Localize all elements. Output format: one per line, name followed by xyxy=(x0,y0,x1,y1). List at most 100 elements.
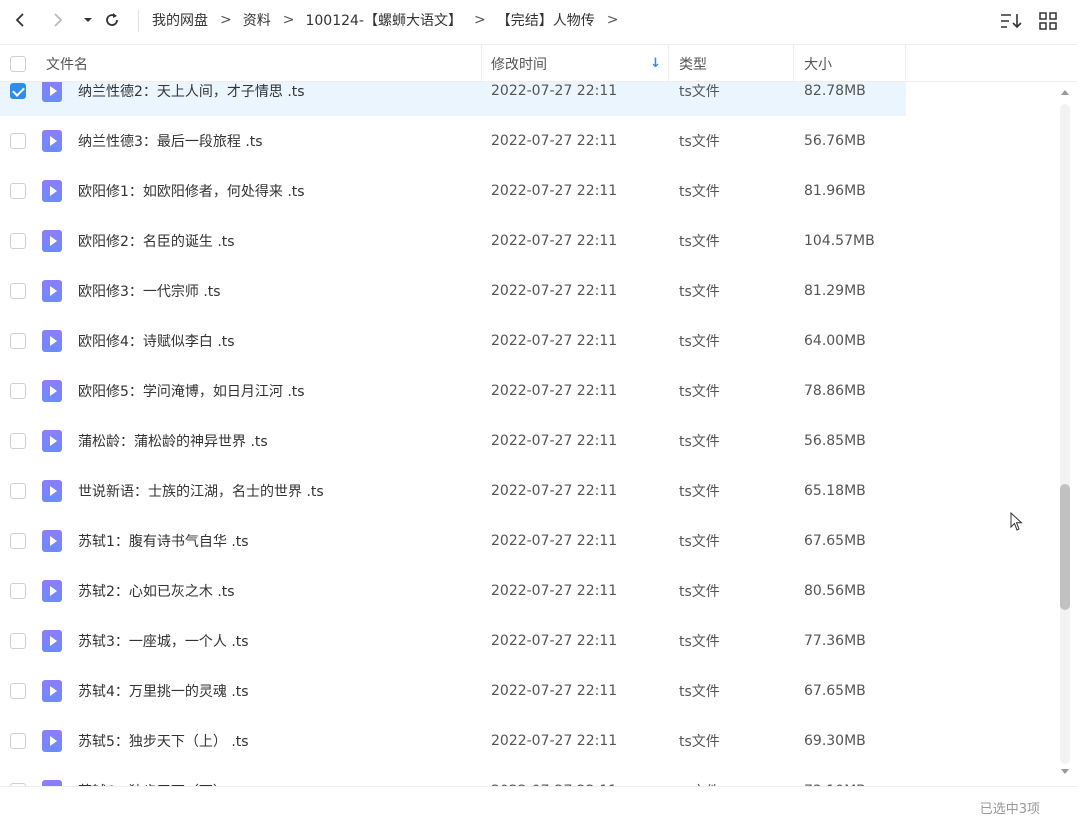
file-row[interactable]: 欧阳修1：如欧阳修者，何处得来 .ts 2022-07-27 22:11 ts文件 8… xyxy=(0,166,906,216)
caret-up-icon xyxy=(1061,90,1069,95)
refresh-button[interactable] xyxy=(100,8,124,32)
row-checkbox[interactable] xyxy=(10,583,26,599)
file-type: ts文件 xyxy=(679,384,720,400)
file-row[interactable]: 世说新语：士族的江湖，名士的世界 .ts 2022-07-27 22:11 ts文件… xyxy=(0,466,906,516)
file-row[interactable]: 欧阳修5：学问淹博，如日月江河 .ts 2022-07-27 22:11 ts文件 7… xyxy=(0,366,906,416)
row-checkbox[interactable] xyxy=(10,83,26,99)
file-size: 82.78MB xyxy=(804,83,866,99)
file-name[interactable]: 欧阳修4：诗赋似李白 .ts xyxy=(78,331,235,351)
file-name[interactable]: 苏轼3：一座城，一个人 .ts xyxy=(78,631,249,651)
breadcrumb-separator: > xyxy=(220,12,232,28)
column-header-modified[interactable]: 修改时间 ↓ xyxy=(491,45,667,82)
scroll-up-button[interactable] xyxy=(1058,88,1072,98)
row-checkbox[interactable] xyxy=(10,183,26,199)
file-name[interactable]: 世说新语：士族的江湖，名士的世界 .ts xyxy=(78,481,324,501)
file-name[interactable]: 欧阳修1：如欧阳修者，何处得来 .ts xyxy=(78,181,305,201)
video-file-icon xyxy=(42,280,62,302)
file-name[interactable]: 苏轼1：腹有诗书气自华 .ts xyxy=(78,531,249,551)
file-modified-time: 2022-07-27 22:11 xyxy=(491,483,618,499)
video-file-icon xyxy=(42,630,62,652)
file-row[interactable]: 蒲松龄：蒲松龄的神异世界 .ts 2022-07-27 22:11 ts文件 56.8… xyxy=(0,416,906,466)
toolbar-divider xyxy=(138,10,139,32)
checkbox[interactable] xyxy=(10,55,26,72)
row-checkbox[interactable] xyxy=(10,633,26,649)
file-name[interactable]: 纳兰性德2：天上人间，才子情思 .ts xyxy=(78,82,305,101)
file-size: 104.57MB xyxy=(804,233,875,249)
file-row[interactable]: 欧阳修3：一代宗师 .ts 2022-07-27 22:11 ts文件 81.29MB xyxy=(0,266,906,316)
file-name[interactable]: 蒲松龄：蒲松龄的神异世界 .ts xyxy=(78,431,268,451)
row-checkbox[interactable] xyxy=(10,683,26,699)
scrollbar-track[interactable] xyxy=(1060,104,1070,764)
file-modified-time: 2022-07-27 22:11 xyxy=(491,383,618,399)
file-row[interactable]: 苏轼5：独步天下（上） .ts 2022-07-27 22:11 ts文件 69.30… xyxy=(0,716,906,766)
row-checkbox[interactable] xyxy=(10,733,26,749)
file-size: 56.76MB xyxy=(804,133,866,149)
file-row[interactable]: 苏轼4：万里挑一的灵魂 .ts 2022-07-27 22:11 ts文件 67.65… xyxy=(0,666,906,716)
breadcrumb-item-current-folder[interactable]: 【完结】人物传 xyxy=(497,10,595,30)
row-checkbox[interactable] xyxy=(10,133,26,149)
refresh-icon xyxy=(106,13,118,26)
breadcrumb-item-materials[interactable]: 资料 xyxy=(243,10,271,30)
file-modified-time: 2022-07-27 22:11 xyxy=(491,733,618,749)
row-checkbox[interactable] xyxy=(10,283,26,299)
file-row[interactable]: 纳兰性德2：天上人间，才子情思 .ts 2022-07-27 22:11 ts文件 8… xyxy=(0,82,906,116)
row-checkbox[interactable] xyxy=(10,483,26,499)
history-dropdown-button[interactable] xyxy=(80,8,96,32)
toolbar: 我的网盘 > 资料 > 100124-【螺蛳大语文】 > 【完结】人物传 > xyxy=(0,0,1077,44)
file-name[interactable]: 苏轼5：独步天下（上） .ts xyxy=(78,731,249,751)
file-row[interactable]: 纳兰性德3：最后一段旅程 .ts 2022-07-27 22:11 ts文件 56.7… xyxy=(0,116,906,166)
file-type: ts文件 xyxy=(679,484,720,500)
column-divider[interactable] xyxy=(668,45,669,82)
video-file-icon xyxy=(42,330,62,352)
file-name[interactable]: 欧阳修5：学问淹博，如日月江河 .ts xyxy=(78,381,305,401)
column-divider[interactable] xyxy=(481,45,482,82)
file-row[interactable]: 苏轼6：独步天下（下） .ts2022-07-27 22:11ts文件73.10… xyxy=(0,766,906,786)
breadcrumb-item-my-drive[interactable]: 我的网盘 xyxy=(152,10,208,30)
column-header-type[interactable]: 类型 xyxy=(679,45,707,82)
file-modified-time: 2022-07-27 22:11 xyxy=(491,133,618,149)
video-file-icon xyxy=(42,480,62,502)
file-name[interactable]: 欧阳修3：一代宗师 .ts xyxy=(78,281,221,301)
file-type: ts文件 xyxy=(679,84,720,100)
file-row[interactable]: 苏轼2：心如已灰之木 .ts 2022-07-27 22:11 ts文件 80.56M… xyxy=(0,566,906,616)
video-file-icon xyxy=(42,530,62,552)
breadcrumb-item-course[interactable]: 100124-【螺蛳大语文】 xyxy=(305,10,462,30)
column-divider[interactable] xyxy=(793,45,794,82)
file-type: ts文件 xyxy=(679,684,720,700)
file-size: 67.65MB xyxy=(804,533,866,549)
file-size: 56.85MB xyxy=(804,433,866,449)
row-checkbox[interactable] xyxy=(10,533,26,549)
view-controls xyxy=(999,10,1059,32)
back-button[interactable] xyxy=(8,8,32,32)
file-size: 77.36MB xyxy=(804,633,866,649)
row-checkbox[interactable] xyxy=(10,433,26,449)
file-name[interactable]: 苏轼4：万里挑一的灵魂 .ts xyxy=(78,681,249,701)
grid-view-button[interactable] xyxy=(1037,10,1059,32)
row-checkbox[interactable] xyxy=(10,383,26,399)
breadcrumb-separator: > xyxy=(282,12,295,28)
file-modified-time: 2022-07-27 22:11 xyxy=(491,683,618,699)
forward-button[interactable] xyxy=(46,8,70,32)
file-name[interactable]: 纳兰性德3：最后一段旅程 .ts xyxy=(78,131,263,151)
column-header-size[interactable]: 大小 xyxy=(804,45,832,82)
sort-button[interactable] xyxy=(999,10,1023,32)
row-checkbox[interactable] xyxy=(10,233,26,249)
file-row[interactable]: 欧阳修2：名臣的诞生 .ts 2022-07-27 22:11 ts文件 104.57… xyxy=(0,216,906,266)
select-all-checkbox[interactable] xyxy=(10,45,26,82)
scrollbar-thumb[interactable] xyxy=(1060,484,1070,610)
file-size: 67.65MB xyxy=(804,683,866,699)
file-row[interactable]: 苏轼3：一座城，一个人 .ts 2022-07-27 22:11 ts文件 77.36… xyxy=(0,616,906,666)
column-header-name[interactable]: 文件名 xyxy=(46,45,88,82)
file-name[interactable]: 苏轼2：心如已灰之木 .ts xyxy=(78,581,235,601)
file-type: ts文件 xyxy=(679,734,720,750)
video-file-icon xyxy=(42,82,62,102)
video-file-icon xyxy=(42,430,62,452)
scroll-down-button[interactable] xyxy=(1058,768,1072,778)
file-row[interactable]: 苏轼1：腹有诗书气自华 .ts 2022-07-27 22:11 ts文件 67.65… xyxy=(0,516,906,566)
file-row[interactable]: 欧阳修4：诗赋似李白 .ts 2022-07-27 22:11 ts文件 64.00M… xyxy=(0,316,906,366)
column-divider[interactable] xyxy=(905,45,906,82)
file-name[interactable]: 欧阳修2：名臣的诞生 .ts xyxy=(78,231,235,251)
row-checkbox[interactable] xyxy=(10,333,26,349)
file-modified-time: 2022-07-27 22:11 xyxy=(491,283,618,299)
video-file-icon xyxy=(42,730,62,752)
